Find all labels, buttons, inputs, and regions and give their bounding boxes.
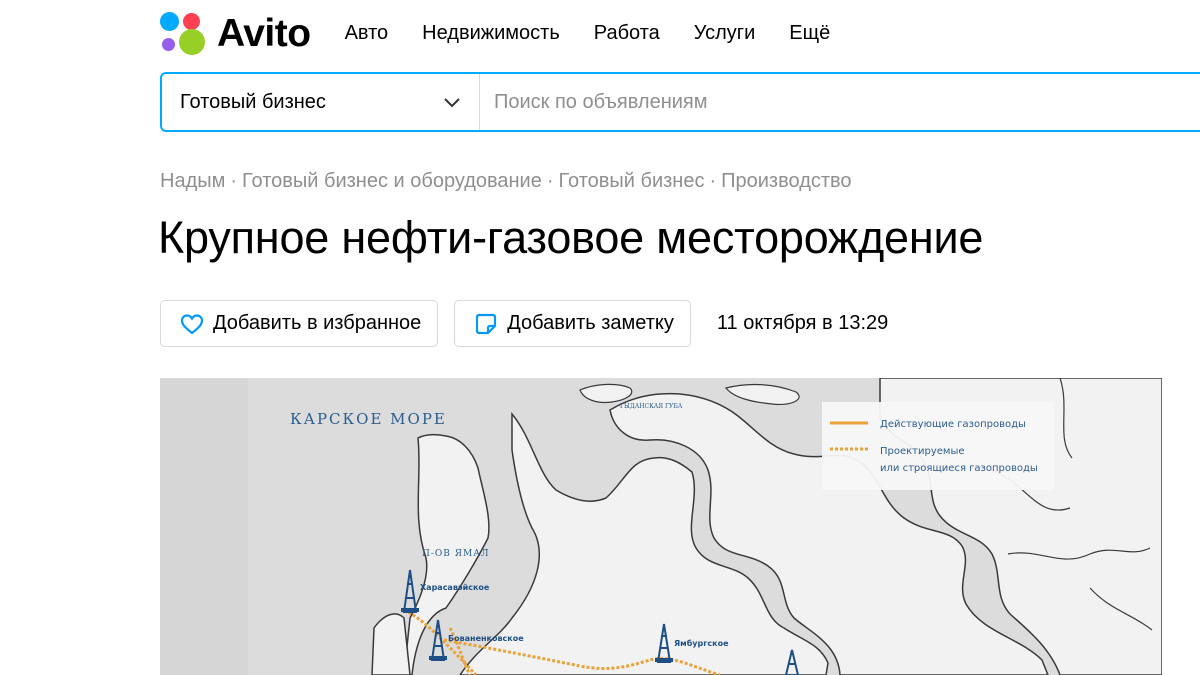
chevron-down-icon	[444, 97, 460, 107]
bay-label: ГЫДАНСКАЯ ГУБА	[620, 403, 683, 410]
avito-logo[interactable]: Avito	[160, 10, 311, 56]
site-header: Avito Авто Недвижимость Работа Услуги Ещ…	[160, 8, 864, 58]
legend-planned-label-2: или строящиеся газопроводы	[880, 463, 1038, 474]
breadcrumb-separator: ·	[230, 170, 238, 192]
add-note-button[interactable]: Добавить заметку	[454, 300, 691, 347]
listing-date: 11 октября в 13:29	[716, 312, 889, 334]
main-nav: Авто Недвижимость Работа Услуги Ещё	[345, 22, 865, 45]
logo-dots-icon	[160, 10, 208, 56]
legend-active-label: Действующие газопроводы	[880, 419, 1026, 430]
search-input[interactable]	[480, 74, 1200, 130]
listing-photo[interactable]: КАРСКОЕ МОРЕ П-ОВ ЯМАЛ ГЫДАНСКАЯ ГУБА Де…	[160, 378, 1162, 675]
field-label-yamburg: Ямбургское	[674, 638, 729, 648]
nav-item-services[interactable]: Услуги	[694, 22, 756, 45]
legend-planned-label-1: Проектируемые	[880, 446, 965, 457]
add-to-favorites-button[interactable]: Добавить в избранное	[160, 300, 439, 347]
search-bar: Готовый бизнес	[160, 72, 1200, 132]
breadcrumb-separator: ·	[709, 170, 717, 192]
breadcrumb-city[interactable]: Надым	[160, 170, 225, 192]
field-label-kharasavey: Харасавэйское	[420, 583, 490, 592]
nav-item-realty[interactable]: Недвижимость	[422, 22, 560, 45]
add-to-favorites-label: Добавить в избранное	[213, 312, 422, 334]
nav-item-auto[interactable]: Авто	[345, 22, 389, 45]
note-icon	[473, 311, 499, 337]
sea-label: КАРСКОЕ МОРЕ	[290, 410, 447, 428]
brand-name: Avito	[217, 11, 311, 55]
listing-title: Крупное нефти-газовое месторождение	[158, 212, 984, 263]
gas-field-map: КАРСКОЕ МОРЕ П-ОВ ЯМАЛ ГЫДАНСКАЯ ГУБА Де…	[160, 378, 1162, 675]
nav-item-jobs[interactable]: Работа	[594, 22, 660, 45]
category-select[interactable]: Готовый бизнес	[162, 74, 480, 130]
breadcrumb: Надым · Готовый бизнес и оборудование · Гото…	[160, 170, 852, 193]
breadcrumb-production[interactable]: Производство	[721, 170, 851, 192]
peninsula-label: П-ОВ ЯМАЛ	[422, 549, 490, 559]
nav-item-more[interactable]: Ещё	[789, 22, 830, 45]
category-label: Готовый бизнес	[180, 90, 326, 113]
breadcrumb-separator: ·	[546, 170, 554, 192]
breadcrumb-ready-business[interactable]: Готовый бизнес	[559, 170, 705, 192]
heart-icon	[179, 311, 205, 337]
field-label-bovanenkovo: Бованенковское	[448, 634, 524, 643]
add-note-label: Добавить заметку	[507, 312, 674, 334]
listing-actions: Добавить в избранное Добавить заметку 11…	[160, 300, 888, 347]
breadcrumb-business-equipment[interactable]: Готовый бизнес и оборудование	[242, 170, 542, 192]
